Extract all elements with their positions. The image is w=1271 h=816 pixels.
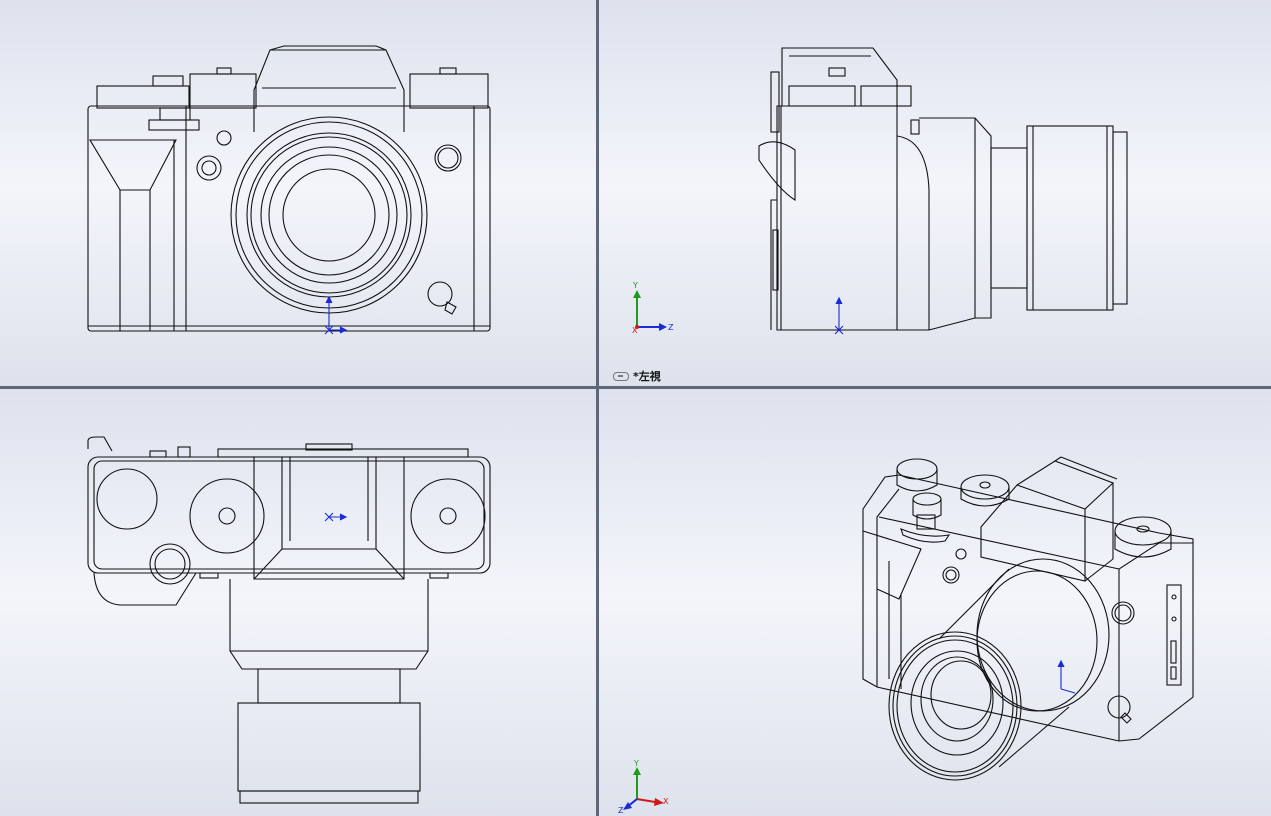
link-icon[interactable] — [613, 371, 629, 381]
vertical-splitter[interactable] — [596, 0, 599, 816]
triad-y-label: Y — [632, 281, 638, 290]
viewport-left[interactable]: Y Z X *左視 — [599, 0, 1271, 386]
horizontal-splitter[interactable] — [0, 386, 1271, 389]
camera-top-drawing — [87, 436, 491, 804]
camera-isometric-drawing: Y X Z — [618, 456, 1194, 815]
triad-icon — [623, 767, 664, 810]
triad-z-label: Z — [668, 323, 674, 332]
viewport-isometric[interactable]: Y X Z — [599, 389, 1271, 816]
origin-icon — [324, 295, 348, 335]
triad-icon — [633, 290, 667, 331]
origin-icon — [834, 296, 844, 335]
viewport-grid[interactable]: Y Z X *左視 Y X Z — [0, 0, 1271, 816]
triad-x-label: X — [632, 326, 638, 335]
camera-side-drawing: Y Z X — [632, 47, 1128, 335]
origin-icon — [324, 512, 348, 522]
origin-icon — [1057, 659, 1076, 694]
triad-z-label: Z — [618, 806, 624, 815]
viewport-top[interactable] — [0, 389, 596, 816]
triad-x-label: X — [663, 797, 669, 806]
view-name-text: *左視 — [633, 370, 661, 383]
camera-front-drawing — [87, 45, 491, 335]
view-name-label[interactable]: *左視 — [613, 368, 661, 384]
triad-y-label: Y — [633, 759, 639, 768]
viewport-front[interactable] — [0, 0, 596, 386]
